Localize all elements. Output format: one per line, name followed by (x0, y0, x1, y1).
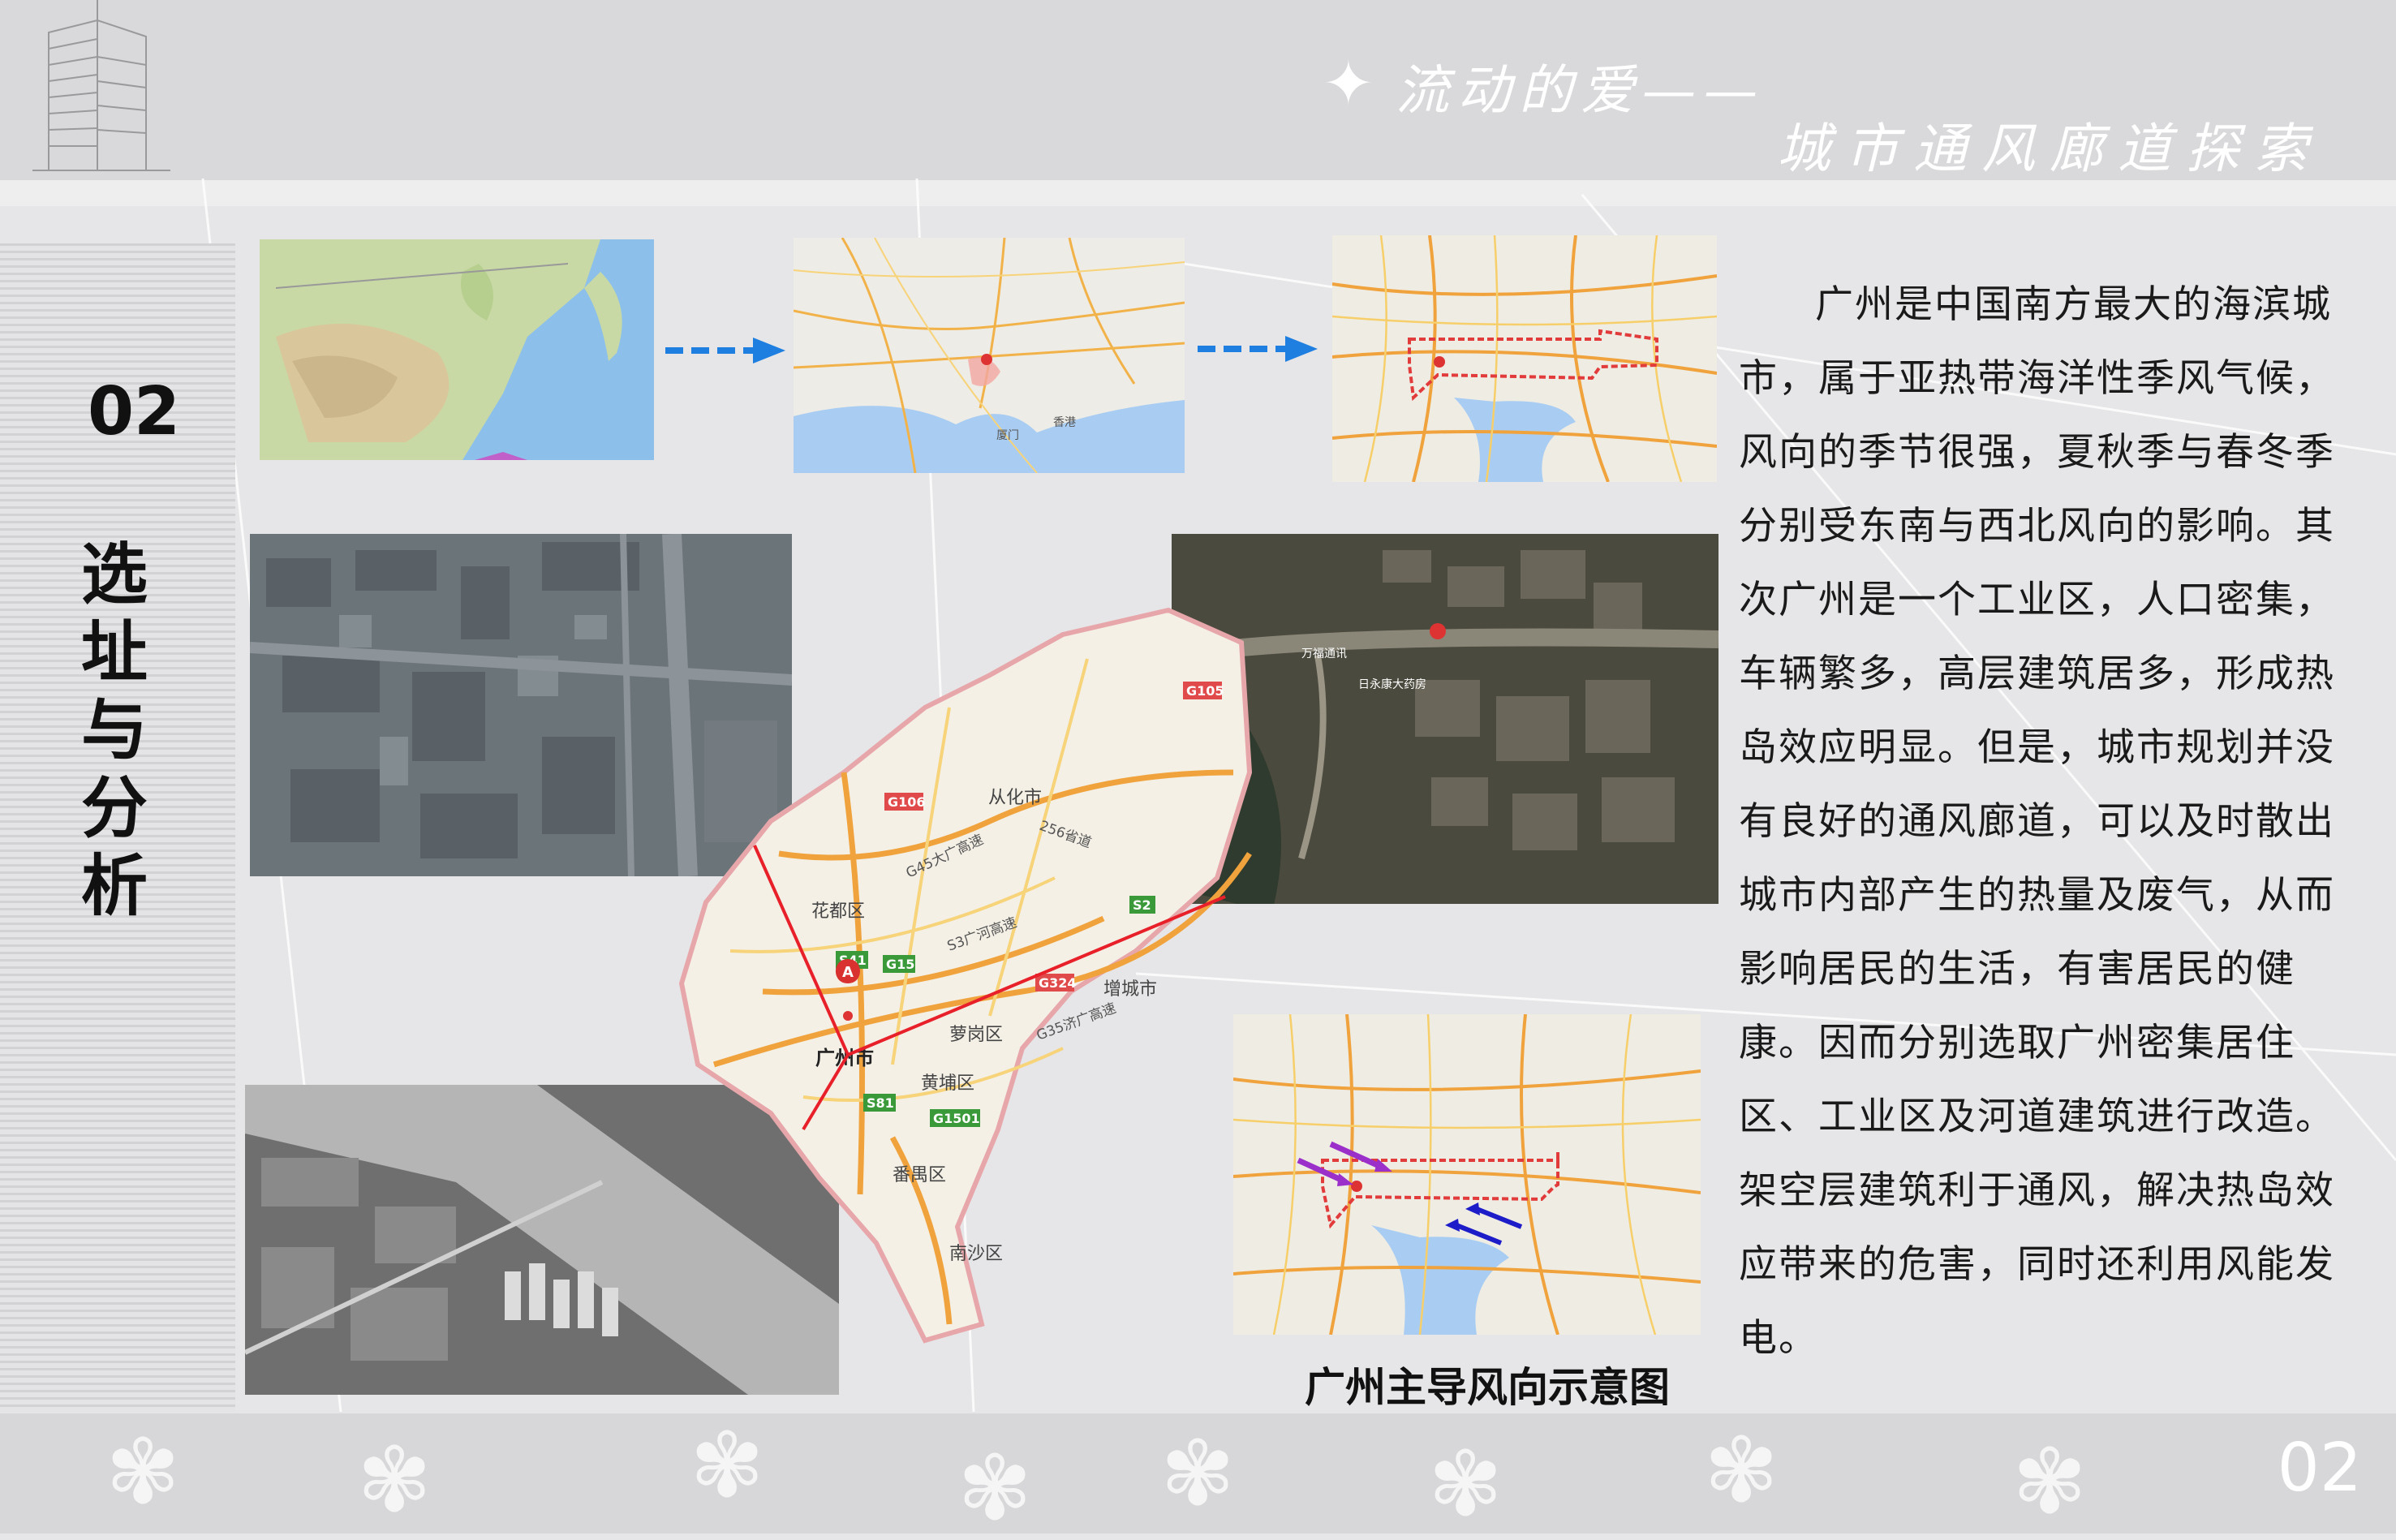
highway-label: G15 (886, 957, 914, 972)
maple-leaf-icon: ✾ (1428, 1432, 1503, 1536)
highway-label: G1501 (933, 1111, 980, 1126)
district-label: 萝岗区 (949, 1025, 1003, 1045)
highway-label: G105 (1186, 683, 1224, 699)
china-terrain-map (260, 239, 654, 460)
maple-leaf-icon: ✾ (1160, 1422, 1236, 1525)
arrow-right-icon (665, 338, 785, 363)
district-label: 南沙区 (949, 1244, 1003, 1264)
highway-label: S81 (867, 1095, 894, 1111)
section-title-char: 分 (81, 769, 148, 847)
maple-leaf-icon: ✾ (957, 1436, 1033, 1540)
satellite-label: 日永康大药房 (1358, 678, 1426, 691)
guangzhou-city-map (1332, 235, 1717, 482)
arrow-right-icon (1198, 336, 1318, 362)
section-title-char: 选 (81, 536, 148, 613)
satellite-label: 万福通讯 (1301, 647, 1347, 660)
maple-leaf-icon: ✾ (690, 1413, 765, 1517)
district-label: 增城市 (1103, 979, 1157, 1000)
district-label: 黄埔区 (921, 1073, 974, 1094)
section-title: 选 址 与 分 析 (81, 536, 162, 925)
page-number: 02 (2277, 1430, 2362, 1507)
section-number: 02 (88, 373, 181, 450)
maple-leaf-icon: ✾ (105, 1420, 181, 1524)
wind-direction-map (1233, 1014, 1701, 1335)
region-label: 香港 (1053, 416, 1076, 429)
maple-leaf-icon: ✾ (2012, 1430, 2088, 1534)
district-label: 番禺区 (893, 1165, 946, 1185)
section-title-char: 析 (81, 847, 148, 925)
section-title-char: 址 (81, 613, 148, 691)
satellite-village-image: 万福通讯 日永康大药房 (1172, 534, 1718, 904)
marker-label: A (842, 964, 854, 981)
highway-label: S2 (1133, 897, 1151, 913)
maple-leaf-icon: ✾ (357, 1428, 432, 1532)
description-text: 广州是中国南方最大的海滨城市，属于亚热带海洋性季风气候，风向的季节很强，夏秋季与… (1739, 268, 2364, 1375)
district-label: 从化市 (988, 788, 1042, 808)
district-label: 花都区 (811, 901, 865, 922)
section-title-char: 与 (81, 691, 148, 769)
district-label: 广州市 (815, 1047, 874, 1069)
description-paragraph: 广州是中国南方最大的海滨城市，属于亚热带海洋性季风气候，风向的季节很强，夏秋季与… (1739, 282, 2335, 1361)
maple-leaf-icon: ✾ (1704, 1418, 1779, 1522)
highway-label: G106 (888, 794, 926, 810)
guangzhou-district-map: 花都区 从化市 增城市 广州市 萝岗区 黄埔区 番禺区 南沙区 G106 G10… (678, 607, 1253, 1344)
guangdong-region-map: 厦门 香港 (794, 238, 1185, 473)
highway-label: G324 (1039, 975, 1077, 991)
wind-map-caption: 广州主导风向示意图 (1305, 1364, 1670, 1411)
region-label: 厦门 (996, 429, 1019, 442)
